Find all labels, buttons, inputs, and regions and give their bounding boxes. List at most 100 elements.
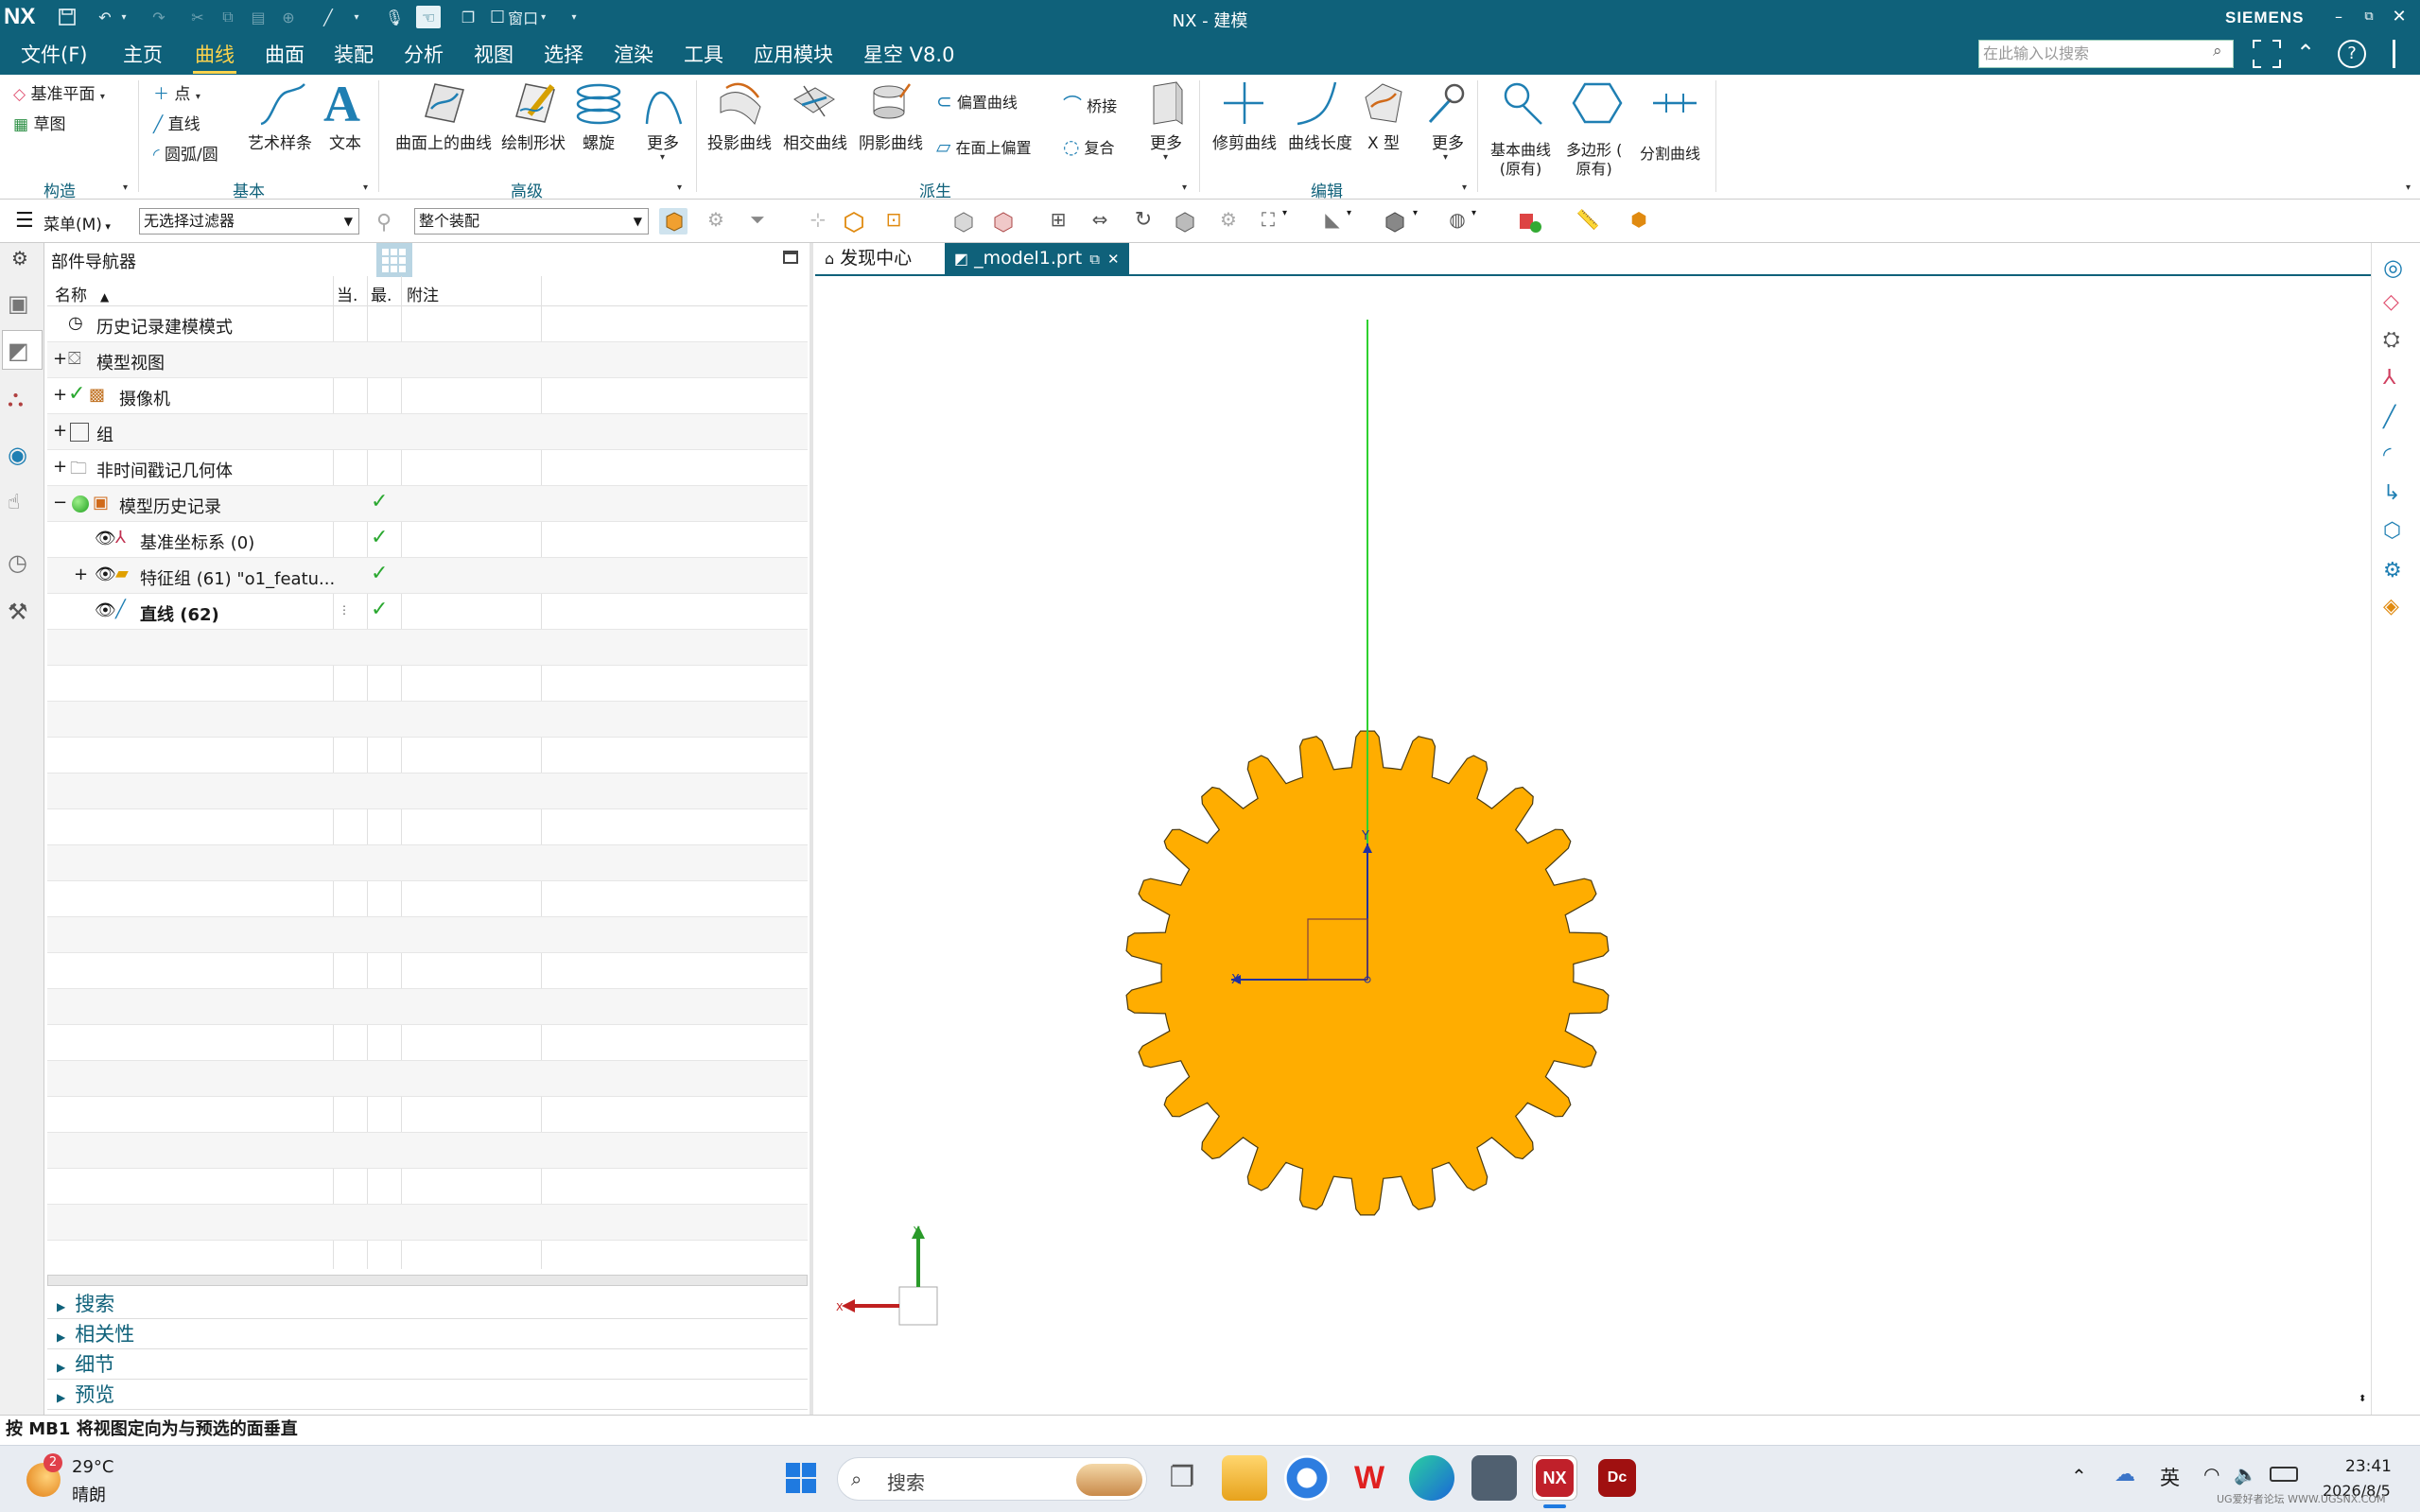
helix-label[interactable]: 螺旋 — [583, 130, 615, 153]
more-derived-dropdown-icon[interactable]: ▾ — [1163, 152, 1168, 163]
line-shortcut-icon[interactable]: ╱ — [2383, 406, 2395, 429]
horizontal-scrollbar[interactable] — [47, 1275, 808, 1286]
browser-icon[interactable] — [1284, 1455, 1330, 1501]
gear-shortcut-icon[interactable]: ⛭ — [2383, 328, 2400, 352]
trim-curve-icon[interactable] — [1220, 78, 1267, 131]
tools-shortcut-icon[interactable]: ⚙ — [2383, 559, 2402, 582]
nav-row-line[interactable]: 👁 ╱ 直线 (62) ⋮ ✓ — [47, 594, 808, 630]
edit-section-icon[interactable]: ◍ — [1443, 208, 1471, 235]
ribbon-options-icon[interactable]: ▾ — [2406, 182, 2411, 193]
intersection-curve-label[interactable]: 相交曲线 — [783, 130, 847, 153]
acrobat-icon[interactable]: Dc — [1598, 1459, 1636, 1497]
ime-indicator[interactable]: 英 — [2160, 1463, 2180, 1491]
curve-length-icon[interactable] — [1294, 78, 1341, 131]
nav-row-cameras[interactable]: + ✓ ▩ 摄像机 — [47, 378, 808, 414]
nav-row-model-history[interactable]: − ▣ 模型历史记录 ✓ — [47, 486, 808, 522]
fit-icon[interactable]: ⛶ — [1254, 208, 1282, 235]
edge-icon[interactable] — [1409, 1455, 1454, 1501]
navigator-columns-icon[interactable] — [376, 243, 412, 277]
text-tool-icon[interactable]: A — [323, 75, 360, 133]
restore-icon[interactable]: ⧉ — [2355, 4, 2383, 30]
web-browser-icon[interactable]: ◉ — [8, 442, 27, 468]
touch-mode-icon[interactable]: ☜ — [416, 6, 441, 28]
shadow-curve-label[interactable]: 阴影曲线 — [859, 130, 923, 153]
advanced-filter-icon[interactable]: ⏷ — [743, 208, 772, 235]
visibility-eye-icon[interactable]: 👁 — [95, 529, 116, 548]
tab-discovery-center[interactable]: ⌂ 发现中心 — [825, 243, 912, 274]
tab-model1[interactable]: ◩ _model1.prt ⧉ ✕ — [945, 243, 1129, 274]
line-dropdown-icon[interactable]: ▾ — [350, 6, 363, 28]
point-button[interactable]: ＋ 点 ▾ — [153, 80, 200, 104]
shadow-curve-icon[interactable] — [866, 78, 914, 131]
start-icon[interactable] — [778, 1455, 824, 1501]
copy-icon[interactable]: ⧉ — [216, 6, 240, 28]
menu-button[interactable]: 菜单(M) ▾ — [44, 211, 111, 235]
project-curve-icon[interactable] — [717, 78, 764, 131]
task-view-icon[interactable]: ❐ — [1159, 1455, 1205, 1501]
zoom-window-icon[interactable]: ⊞ — [1044, 208, 1072, 235]
datum-plane-button[interactable]: ◇ 基准平面 ▾ — [13, 80, 105, 104]
studio-spline-icon[interactable] — [255, 80, 308, 130]
menu-tools[interactable]: 工具 — [684, 41, 723, 69]
constraint-navigator-icon[interactable]: ⛬ — [8, 385, 24, 411]
window-menu[interactable]: ☐ 窗口 ▾ — [490, 6, 556, 28]
expand-icon[interactable]: + — [53, 457, 67, 477]
column-latest[interactable]: 最. — [371, 282, 392, 305]
more-derived-icon[interactable] — [1148, 78, 1186, 131]
select-features-icon[interactable] — [659, 208, 688, 235]
column-current[interactable]: 当. — [337, 282, 357, 305]
wifi-icon[interactable]: ◠ — [2203, 1463, 2220, 1486]
expand-icon[interactable]: + — [53, 385, 67, 405]
offset-in-face-button[interactable]: ▱ 在面上偏置 — [936, 135, 1032, 158]
part-navigator-icon[interactable]: ◩ — [8, 338, 29, 364]
nav-row-unused-geometry[interactable]: + 🗀 非时间戳记几何体 — [47, 450, 808, 486]
nav-row-groups[interactable]: + 组 — [47, 414, 808, 450]
x-form-label[interactable]: X 型 — [1367, 130, 1400, 153]
intersection-curve-icon[interactable] — [791, 78, 838, 131]
line-tool-icon[interactable]: ╱ — [316, 6, 340, 28]
section-dependencies[interactable]: ▶ 相关性 — [47, 1319, 808, 1349]
point-snap-icon[interactable]: ⊹ — [804, 208, 832, 235]
onedrive-icon[interactable]: ☁ — [2115, 1463, 2135, 1486]
helix-shortcut-icon[interactable]: ◎ — [2383, 254, 2403, 281]
nav-row-datum-csys[interactable]: 👁 ⅄ 基准坐标系 (0) ✓ — [47, 522, 808, 558]
clock-time[interactable]: 23:41 — [2345, 1457, 2392, 1476]
more-advanced-label[interactable]: 更多 — [647, 130, 679, 153]
expand-icon[interactable]: + — [53, 349, 67, 369]
visibility-eye-icon[interactable]: 👁 — [95, 600, 116, 620]
menu-file[interactable]: 文件(F) — [21, 41, 87, 69]
filter-funnel-icon[interactable]: ⚲ — [376, 211, 392, 235]
csys-shortcut-icon[interactable]: ⅄ — [2383, 366, 2395, 390]
menu-applications[interactable]: 应用模块 — [754, 41, 833, 69]
shaded-view-icon[interactable] — [949, 208, 978, 235]
menu-analysis[interactable]: 分析 — [404, 41, 444, 69]
maximize-panel-icon[interactable] — [783, 251, 798, 264]
column-name[interactable]: 名称 ▲ — [55, 282, 109, 305]
type-filter-select[interactable]: 无选择过滤器 ▼ — [139, 208, 359, 235]
history-icon[interactable]: ◷ — [8, 549, 27, 576]
save-icon[interactable] — [55, 6, 79, 28]
select-point-icon[interactable]: ⊡ — [879, 208, 908, 235]
search-icon[interactable]: ⌕ — [2213, 42, 2222, 61]
viewport-resize-icon[interactable]: ⬍ — [2359, 1394, 2366, 1404]
menu-surface[interactable]: 曲面 — [265, 41, 305, 69]
tab-close-icon[interactable]: ✕ — [1107, 251, 1120, 268]
column-comment[interactable]: 附注 — [407, 282, 439, 305]
rotate-icon[interactable]: ↻ — [1129, 208, 1158, 235]
display-mode-dropdown-icon[interactable]: ▾ — [1413, 208, 1426, 235]
polygon-legacy-icon[interactable] — [1572, 78, 1623, 131]
polygon-legacy-label[interactable]: 多边形 ( 原有) — [1566, 141, 1622, 179]
shaded-edges-icon[interactable] — [989, 208, 1018, 235]
hamburger-menu-icon[interactable]: ☰ — [15, 209, 34, 233]
arc-shortcut-icon[interactable]: ◜ — [2383, 443, 2392, 467]
section-details[interactable]: ▶ 细节 — [47, 1349, 808, 1380]
draw-shape-icon[interactable] — [511, 78, 558, 131]
resource-settings-icon[interactable]: ⚙ — [11, 247, 28, 269]
snap-settings-icon[interactable]: ⚙ — [702, 208, 730, 235]
curve-on-surface-icon[interactable] — [420, 78, 467, 131]
help-icon[interactable]: ? — [2338, 40, 2366, 68]
layer-shortcut-icon[interactable]: ◈ — [2383, 595, 2399, 618]
sketch-button[interactable]: ▦ 草图 — [13, 111, 65, 134]
collapse-icon[interactable]: − — [53, 493, 67, 513]
minimize-icon[interactable]: – — [2324, 4, 2353, 30]
